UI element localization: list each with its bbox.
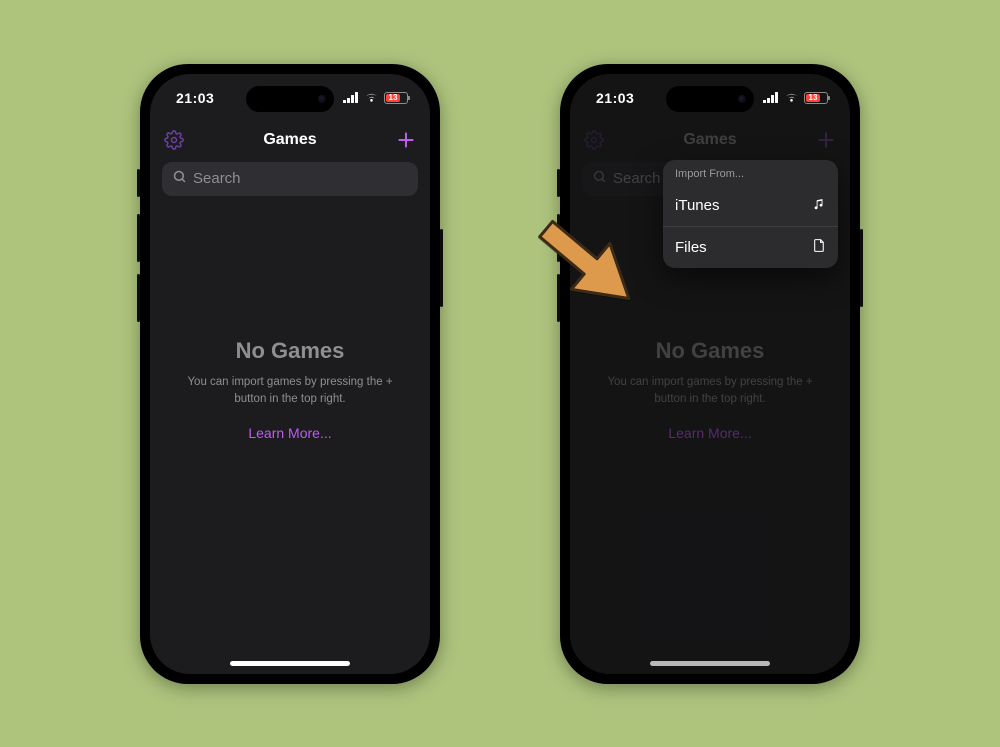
add-button[interactable] <box>396 130 416 150</box>
search-placeholder: Search <box>613 170 661 187</box>
status-time: 21:03 <box>596 90 634 106</box>
learn-more-link[interactable]: Learn More... <box>668 425 751 441</box>
nav-bar: Games <box>150 122 430 158</box>
add-button[interactable] <box>816 130 836 150</box>
nav-title: Games <box>263 131 316 149</box>
empty-state: No Games You can import games by pressin… <box>150 196 430 674</box>
music-note-icon <box>812 197 826 215</box>
phone-screen: 21:03 13 <box>150 74 430 674</box>
dynamic-island <box>246 86 334 112</box>
cellular-signal-icon <box>343 92 359 103</box>
settings-button[interactable] <box>164 130 184 150</box>
status-time: 21:03 <box>176 90 214 106</box>
import-menu-header: Import From... <box>663 160 838 186</box>
battery-indicator: 13 <box>384 92 408 104</box>
nav-title: Games <box>683 131 736 149</box>
search-field[interactable]: Search <box>162 162 418 196</box>
battery-percent-text: 13 <box>809 94 818 102</box>
battery-percent-text: 13 <box>389 94 398 102</box>
import-menu-item-label: iTunes <box>675 197 719 214</box>
search-placeholder: Search <box>193 170 241 187</box>
import-menu-item-files[interactable]: Files <box>663 227 838 268</box>
phone-mockup-left: 21:03 13 <box>140 64 440 684</box>
plus-icon <box>816 130 836 150</box>
home-indicator[interactable] <box>230 661 350 666</box>
wifi-icon <box>784 92 799 103</box>
learn-more-link[interactable]: Learn More... <box>248 425 331 441</box>
gear-icon <box>584 130 604 150</box>
phone-screen: 21:03 13 <box>570 74 850 674</box>
cellular-signal-icon <box>763 92 779 103</box>
import-menu-item-label: Files <box>675 239 707 256</box>
gear-icon <box>164 130 184 150</box>
search-icon <box>592 169 607 189</box>
battery-indicator: 13 <box>804 92 828 104</box>
empty-title: No Games <box>656 338 765 364</box>
plus-icon <box>396 130 416 150</box>
import-menu-item-itunes[interactable]: iTunes <box>663 186 838 226</box>
empty-subtitle: You can import games by pressing the + b… <box>592 374 828 407</box>
settings-button[interactable] <box>584 130 604 150</box>
phone-mockup-right: 21:03 13 <box>560 64 860 684</box>
wifi-icon <box>364 92 379 103</box>
empty-subtitle: You can import games by pressing the + b… <box>172 374 408 407</box>
home-indicator[interactable] <box>650 661 770 666</box>
search-icon <box>172 169 187 189</box>
nav-bar: Games <box>570 122 850 158</box>
empty-title: No Games <box>236 338 345 364</box>
document-icon <box>813 238 826 257</box>
import-menu-popover: Import From... iTunes Files <box>663 160 838 268</box>
dynamic-island <box>666 86 754 112</box>
